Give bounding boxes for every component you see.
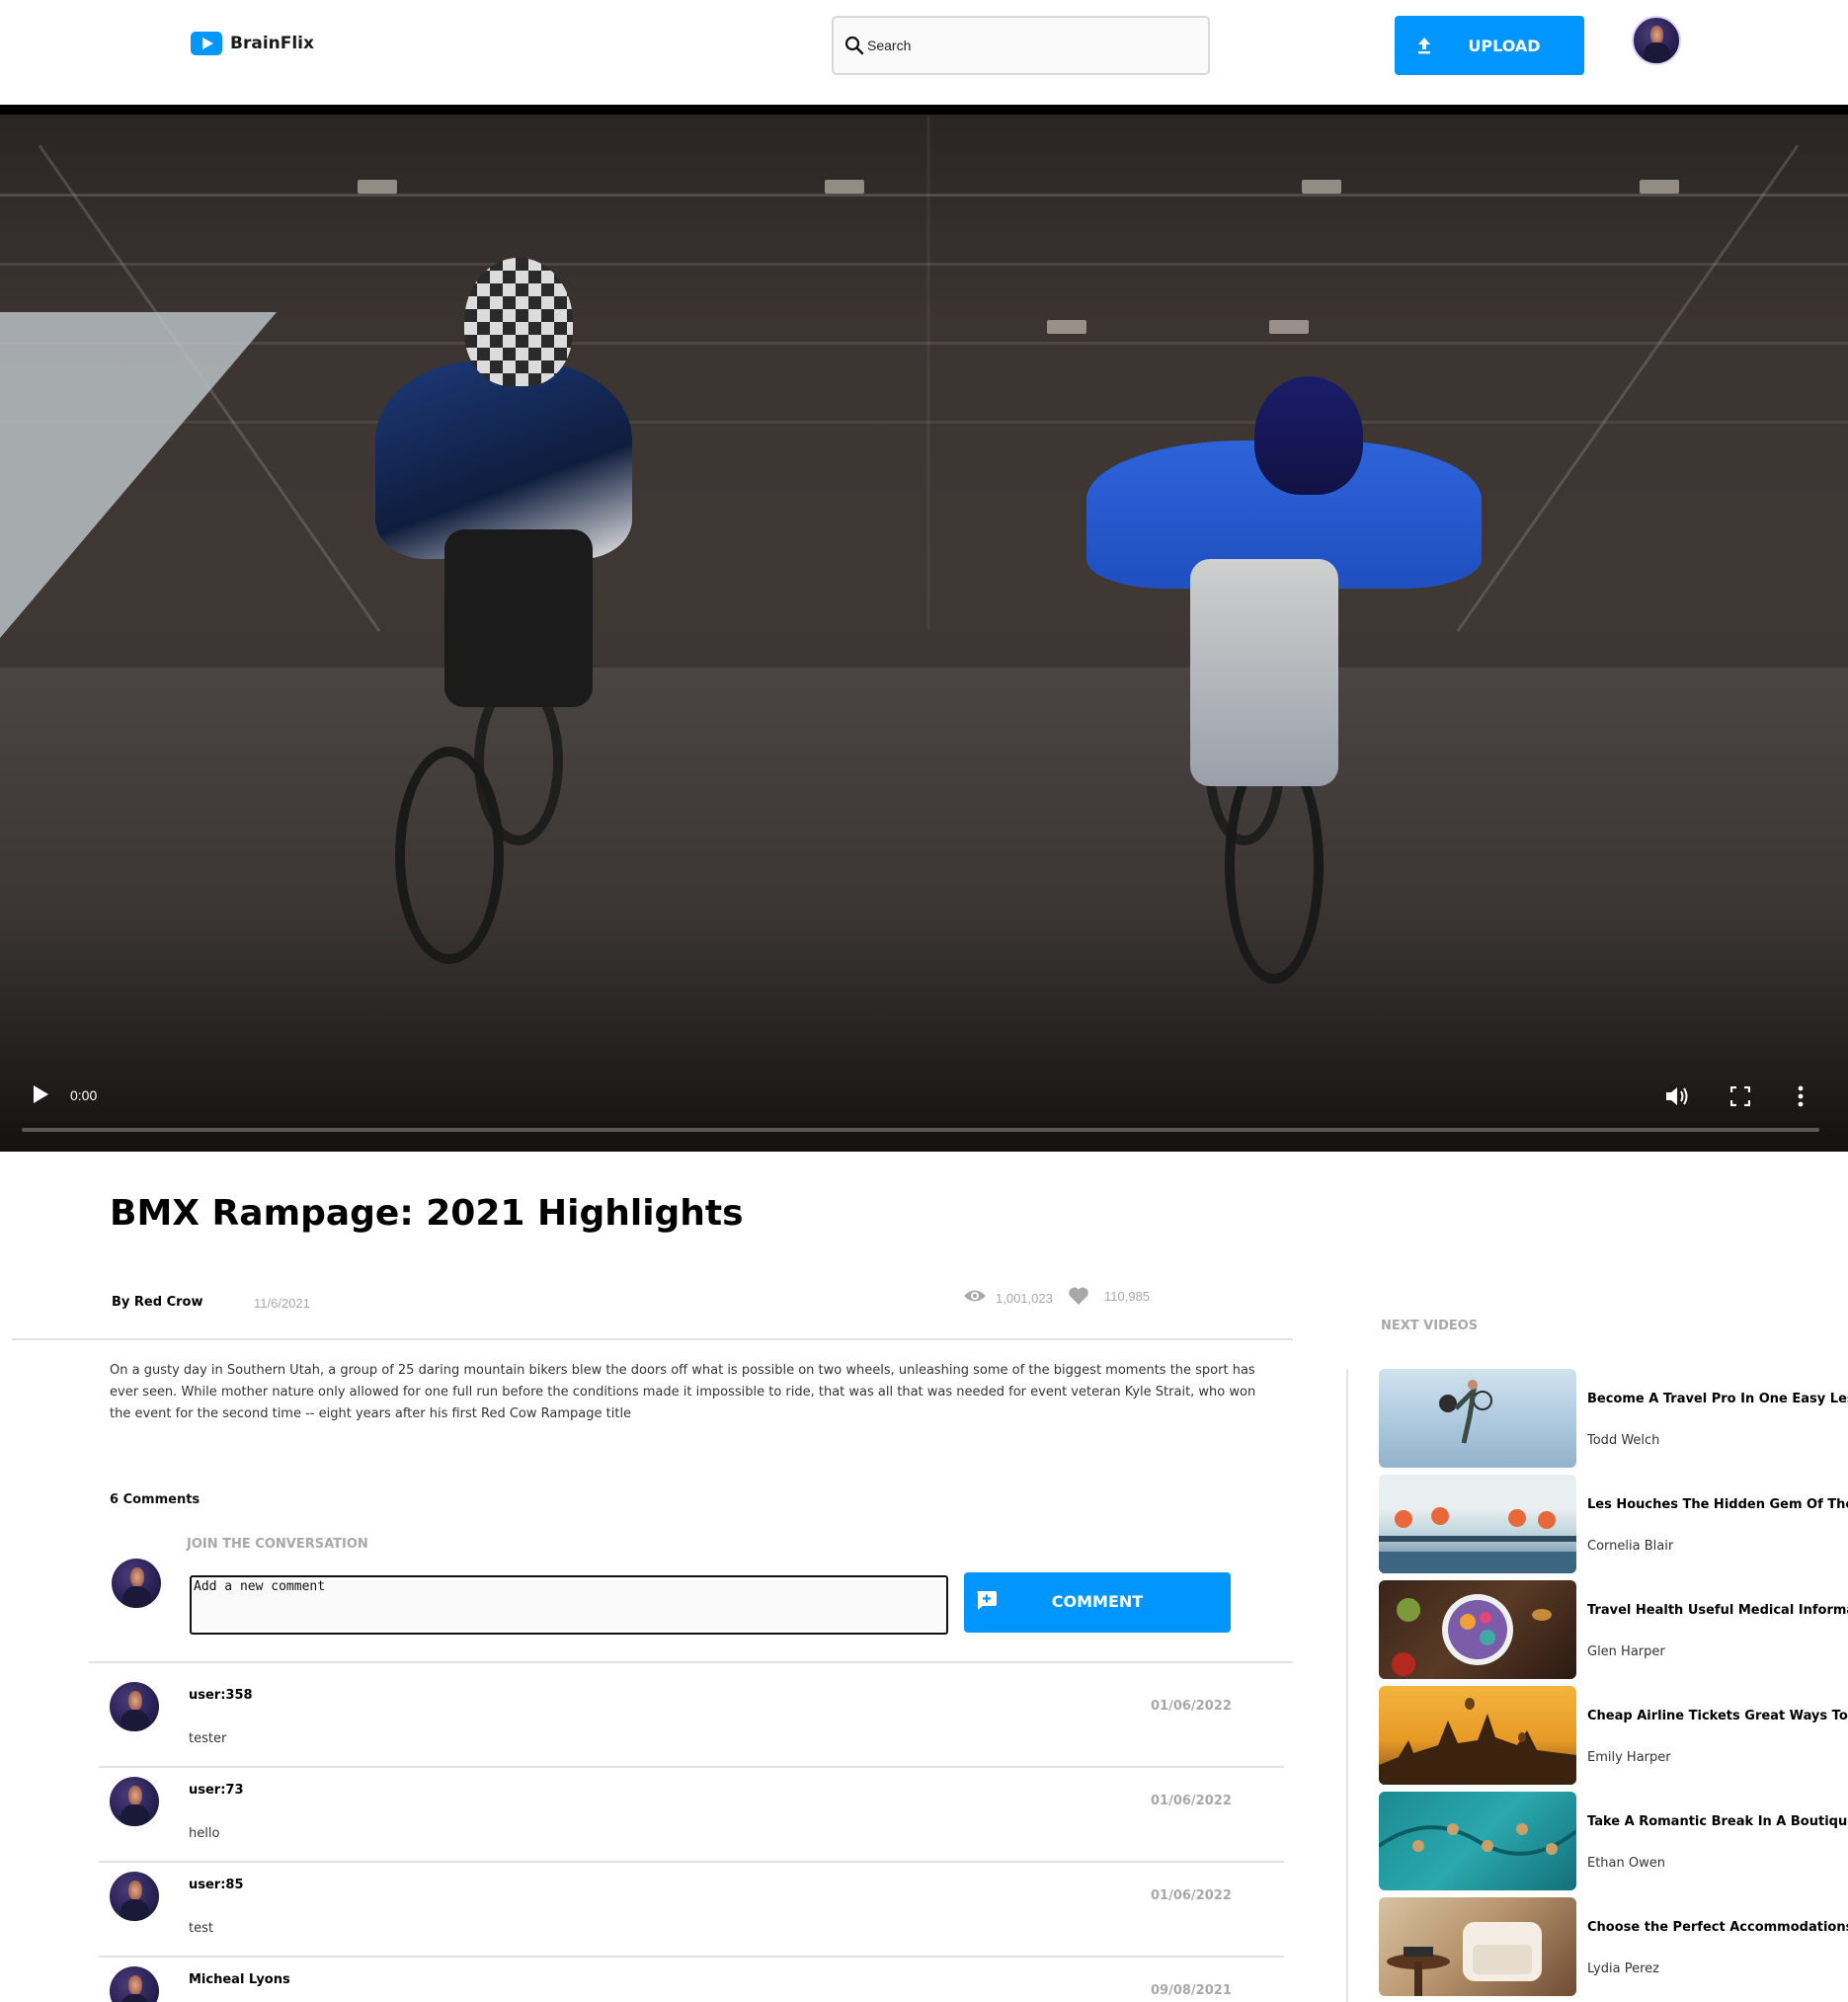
next-video-title: Cheap Airline Tickets Great Ways To Save [1587, 1709, 1848, 1723]
next-video-item[interactable]: Choose the Perfect Accommodations Lydia … [1379, 1897, 1848, 1996]
next-videos-heading: NEXT VIDEOS [1381, 1319, 1479, 1333]
upload-date: 11/6/2021 [254, 1296, 310, 1311]
video-description: On a gusty day in Southern Utah, a group… [110, 1363, 1256, 1421]
next-video-title: Take A Romantic Break In A Boutique Hote… [1587, 1814, 1848, 1829]
play-icon[interactable] [32, 1084, 49, 1104]
comment-text: hello [189, 1826, 220, 1841]
commenter-avatar [110, 1777, 159, 1826]
next-video-title: Les Houches The Hidden Gem Of The Chamon… [1587, 1497, 1848, 1512]
site-header: BrainFlix UPLOAD [0, 0, 1848, 105]
comment-divider [99, 1861, 1284, 1863]
likes-icon[interactable] [1068, 1286, 1089, 1306]
next-video-item[interactable]: Become A Travel Pro In One Easy Lesson T… [1379, 1369, 1848, 1468]
info-divider [12, 1338, 1293, 1340]
next-video-item[interactable]: Travel Health Useful Medical Information… [1379, 1580, 1848, 1679]
next-video-author: Ethan Owen [1587, 1856, 1665, 1871]
comment-text: tester [189, 1731, 227, 1746]
comment-button[interactable]: COMMENT [964, 1572, 1231, 1633]
views-icon [963, 1287, 987, 1305]
search-input[interactable] [867, 31, 1183, 60]
fullscreen-icon[interactable] [1729, 1085, 1751, 1107]
comment-input[interactable] [190, 1575, 948, 1635]
next-video-author: Cornelia Blair [1587, 1539, 1674, 1554]
video-player[interactable]: 63 0:00 [0, 105, 1848, 1152]
comment-divider [99, 1956, 1284, 1958]
comment-form-divider [89, 1661, 1293, 1663]
comment-username: Micheal Lyons [189, 1972, 290, 1987]
like-count: 110,985 [1104, 1289, 1151, 1304]
video-thumbnail[interactable] [1379, 1475, 1576, 1573]
video-thumbnail[interactable] [1379, 1580, 1576, 1679]
video-title: BMX Rampage: 2021 Highlights [110, 1193, 744, 1234]
next-video-item[interactable]: Take A Romantic Break In A Boutique Hote… [1379, 1792, 1848, 1890]
comment-username: user:85 [189, 1878, 244, 1892]
search-icon [844, 35, 865, 56]
comment-username: user:73 [189, 1783, 244, 1798]
video-thumbnail[interactable] [1379, 1897, 1576, 1996]
commenter-avatar [110, 1966, 159, 2002]
comment-date: 01/06/2022 [1151, 1794, 1232, 1808]
comment-username: user:358 [189, 1688, 253, 1703]
next-video-author: Todd Welch [1587, 1433, 1660, 1448]
bmx-track [0, 668, 1848, 1152]
user-avatar[interactable] [1632, 16, 1681, 65]
current-user-avatar [112, 1559, 161, 1608]
upload-label: UPLOAD [1468, 36, 1541, 55]
video-thumbnail[interactable] [1379, 1686, 1576, 1785]
video-frame: 63 [0, 115, 1848, 1152]
more-options-icon[interactable] [1798, 1084, 1804, 1108]
search-box[interactable] [832, 16, 1210, 75]
next-video-title: Become A Travel Pro In One Easy Lesson [1587, 1392, 1848, 1406]
comment-date: 01/06/2022 [1151, 1699, 1232, 1714]
comment-date: 09/08/2021 [1151, 1983, 1232, 1998]
volume-icon[interactable] [1664, 1084, 1690, 1108]
video-thumbnail[interactable] [1379, 1792, 1576, 1890]
join-conversation-label: JOIN THE CONVERSATION [187, 1537, 368, 1552]
commenter-avatar [110, 1872, 159, 1921]
comment-text: test [189, 1921, 213, 1936]
sidebar-divider [1346, 1369, 1348, 2002]
comment-date: 01/06/2022 [1151, 1888, 1232, 1903]
current-time: 0:00 [70, 1087, 98, 1103]
next-video-item[interactable]: Les Houches The Hidden Gem Of The Chamon… [1379, 1475, 1848, 1573]
next-video-item[interactable]: Cheap Airline Tickets Great Ways To Save… [1379, 1686, 1848, 1785]
progress-bar[interactable] [22, 1128, 1819, 1132]
play-logo-icon [191, 32, 222, 55]
brand-logo[interactable]: BrainFlix [191, 31, 314, 56]
view-count: 1,001,023 [996, 1291, 1053, 1306]
next-video-title: Choose the Perfect Accommodations [1587, 1920, 1848, 1935]
comment-button-label: COMMENT [1051, 1592, 1144, 1611]
next-video-author: Lydia Perez [1587, 1962, 1659, 1976]
commenter-avatar [110, 1682, 159, 1731]
brand-name: BrainFlix [230, 34, 314, 53]
upload-button[interactable]: UPLOAD [1395, 16, 1584, 75]
comments-count: 6 Comments [110, 1492, 201, 1507]
comment-divider [99, 1766, 1284, 1768]
channel-name[interactable]: By Red Crow [112, 1295, 202, 1310]
next-video-title: Travel Health Useful Medical Information… [1587, 1603, 1848, 1618]
next-video-author: Glen Harper [1587, 1644, 1665, 1659]
window-light [0, 312, 277, 638]
video-thumbnail[interactable] [1379, 1369, 1576, 1468]
next-video-author: Emily Harper [1587, 1750, 1671, 1765]
